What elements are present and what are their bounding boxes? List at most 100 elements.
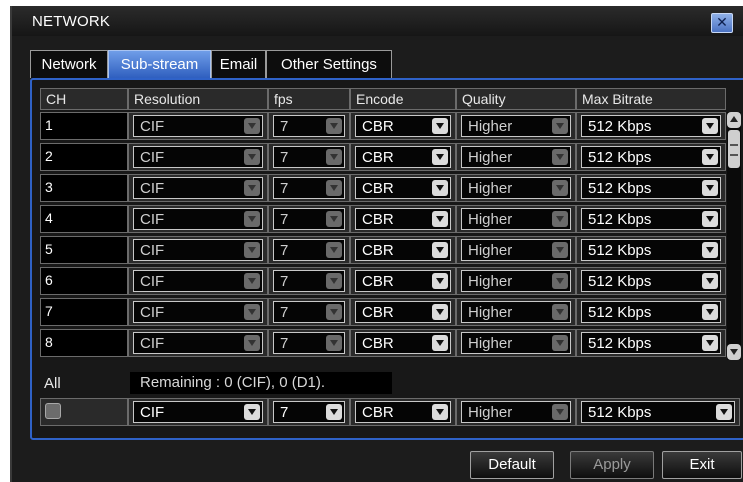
fps-dropdown-value: 7 (280, 180, 289, 197)
all-bitrate-dropdown[interactable]: 512 Kbps (581, 401, 735, 423)
fps-dropdown[interactable]: 7 (273, 115, 345, 137)
all-channels-checkbox[interactable] (45, 403, 61, 419)
encode-dropdown-value: CBR (362, 180, 394, 197)
resolution-dropdown-value: CIF (140, 242, 165, 259)
resolution-dropdown-value: CIF (140, 118, 165, 135)
encode-dropdown-value: CBR (362, 242, 394, 259)
table-scrollbar[interactable] (727, 112, 741, 360)
close-button[interactable]: ✕ (711, 13, 733, 33)
resolution-dropdown[interactable]: CIF (133, 332, 263, 354)
chevron-down-icon (552, 404, 568, 420)
chevron-down-icon (702, 118, 718, 134)
bitrate-dropdown[interactable]: 512 Kbps (581, 332, 721, 354)
bitrate-dropdown-value: 512 Kbps (588, 149, 652, 166)
apply-button[interactable]: Apply (570, 451, 654, 479)
default-button[interactable]: Default (470, 451, 554, 479)
all-quality-dropdown-value: Higher (468, 404, 513, 421)
fps-dropdown-value: 7 (280, 335, 289, 352)
resolution-dropdown[interactable]: CIF (133, 115, 263, 137)
fps-dropdown[interactable]: 7 (273, 177, 345, 199)
resolution-dropdown[interactable]: CIF (133, 239, 263, 261)
chevron-down-icon (432, 404, 448, 420)
fps-dropdown[interactable]: 7 (273, 301, 345, 323)
chevron-down-icon (432, 180, 448, 196)
resolution-dropdown-value: CIF (140, 335, 165, 352)
quality-dropdown[interactable]: Higher (461, 239, 571, 261)
resolution-dropdown-value: CIF (140, 273, 165, 290)
resolution-dropdown-value: CIF (140, 211, 165, 228)
quality-dropdown-value: Higher (468, 180, 513, 197)
fps-dropdown[interactable]: 7 (273, 208, 345, 230)
resolution-dropdown[interactable]: CIF (133, 208, 263, 230)
fps-dropdown-value: 7 (280, 118, 289, 135)
chevron-down-icon (552, 118, 568, 134)
fps-dropdown-value: 7 (280, 149, 289, 166)
quality-dropdown[interactable]: Higher (461, 301, 571, 323)
resolution-dropdown-value: CIF (140, 149, 165, 166)
quality-dropdown[interactable]: Higher (461, 115, 571, 137)
quality-dropdown[interactable]: Higher (461, 177, 571, 199)
tab-network[interactable]: Network (30, 50, 108, 78)
chevron-down-icon (326, 118, 342, 134)
fps-dropdown[interactable]: 7 (273, 239, 345, 261)
bitrate-dropdown[interactable]: 512 Kbps (581, 301, 721, 323)
all-bitrate-dropdown-value: 512 Kbps (588, 404, 652, 421)
bitrate-dropdown-value: 512 Kbps (588, 304, 652, 321)
scroll-thumb[interactable] (728, 130, 740, 168)
bitrate-dropdown-value: 512 Kbps (588, 180, 652, 197)
chevron-down-icon (702, 273, 718, 289)
quality-dropdown-value: Higher (468, 211, 513, 228)
fps-dropdown[interactable]: 7 (273, 332, 345, 354)
scroll-up-icon[interactable] (727, 112, 741, 128)
channel-label: 3 (40, 174, 128, 202)
chevron-down-icon (552, 180, 568, 196)
resolution-dropdown[interactable]: CIF (133, 177, 263, 199)
all-quality-dropdown[interactable]: Higher (461, 401, 571, 423)
encode-dropdown[interactable]: CBR (355, 301, 451, 323)
header-quality: Quality (456, 88, 576, 110)
channel-label: 8 (40, 329, 128, 357)
channel-label: 5 (40, 236, 128, 264)
tab-sub-stream[interactable]: Sub-stream (108, 50, 211, 78)
chevron-down-icon (326, 149, 342, 165)
all-resolution-dropdown[interactable]: CIF (133, 401, 263, 423)
bitrate-dropdown[interactable]: 512 Kbps (581, 146, 721, 168)
bitrate-dropdown[interactable]: 512 Kbps (581, 239, 721, 261)
bitrate-dropdown[interactable]: 512 Kbps (581, 177, 721, 199)
chevron-down-icon (244, 180, 260, 196)
chevron-down-icon (552, 149, 568, 165)
encode-dropdown[interactable]: CBR (355, 177, 451, 199)
resolution-dropdown-value: CIF (140, 304, 165, 321)
chevron-down-icon (244, 118, 260, 134)
bitrate-dropdown[interactable]: 512 Kbps (581, 270, 721, 292)
quality-dropdown[interactable]: Higher (461, 270, 571, 292)
chevron-down-icon (552, 304, 568, 320)
encode-dropdown[interactable]: CBR (355, 239, 451, 261)
all-resolution-dropdown-value: CIF (140, 404, 165, 421)
tab-email[interactable]: Email (211, 50, 266, 78)
fps-dropdown-value: 7 (280, 211, 289, 228)
bitrate-dropdown[interactable]: 512 Kbps (581, 208, 721, 230)
all-fps-dropdown[interactable]: 7 (273, 401, 345, 423)
encode-dropdown[interactable]: CBR (355, 332, 451, 354)
exit-button[interactable]: Exit (662, 451, 742, 479)
quality-dropdown[interactable]: Higher (461, 208, 571, 230)
chevron-down-icon (552, 273, 568, 289)
encode-dropdown[interactable]: CBR (355, 270, 451, 292)
quality-dropdown[interactable]: Higher (461, 146, 571, 168)
fps-dropdown[interactable]: 7 (273, 146, 345, 168)
scroll-down-icon[interactable] (727, 344, 741, 360)
chevron-down-icon (432, 335, 448, 351)
tab-other-settings[interactable]: Other Settings (266, 50, 392, 78)
bitrate-dropdown[interactable]: 512 Kbps (581, 115, 721, 137)
resolution-dropdown[interactable]: CIF (133, 146, 263, 168)
all-encode-dropdown[interactable]: CBR (355, 401, 451, 423)
bitrate-dropdown-value: 512 Kbps (588, 211, 652, 228)
resolution-dropdown[interactable]: CIF (133, 270, 263, 292)
encode-dropdown[interactable]: CBR (355, 208, 451, 230)
quality-dropdown[interactable]: Higher (461, 332, 571, 354)
fps-dropdown[interactable]: 7 (273, 270, 345, 292)
encode-dropdown[interactable]: CBR (355, 115, 451, 137)
encode-dropdown[interactable]: CBR (355, 146, 451, 168)
resolution-dropdown[interactable]: CIF (133, 301, 263, 323)
